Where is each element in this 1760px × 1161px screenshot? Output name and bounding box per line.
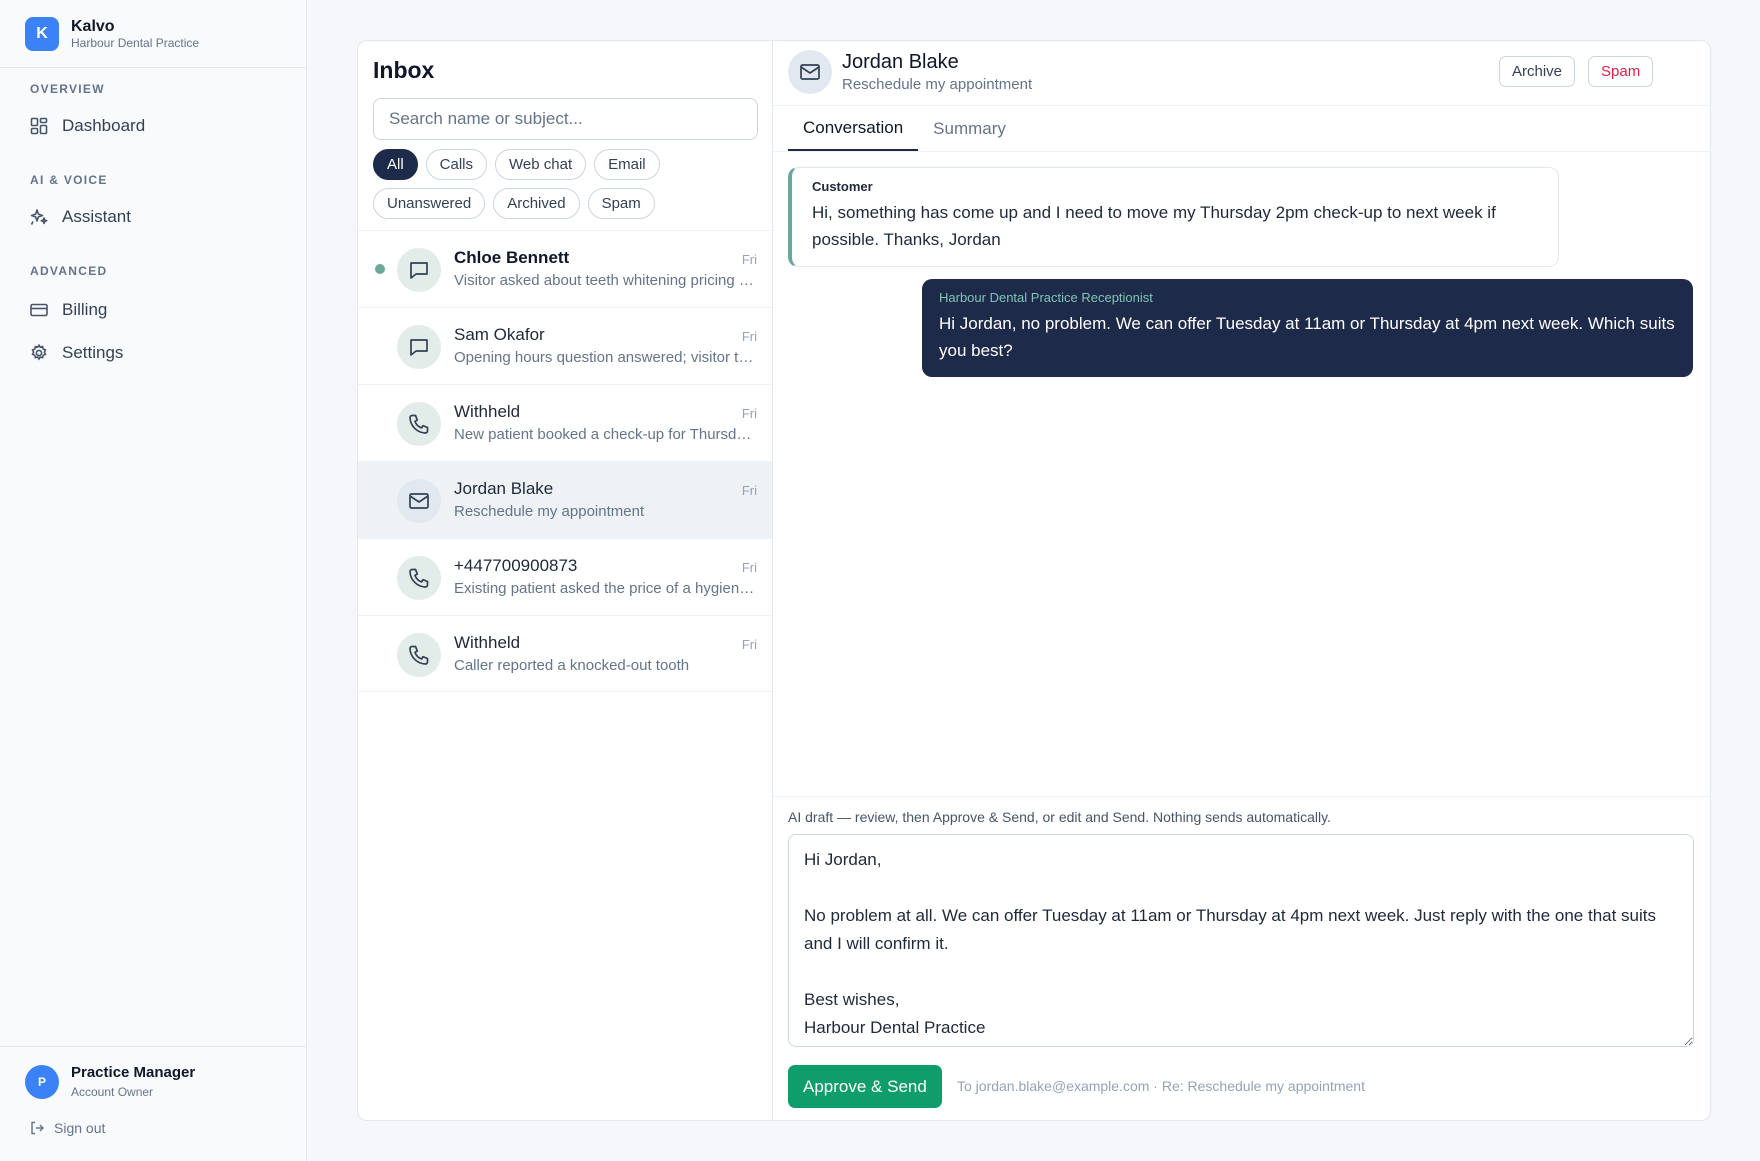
message-sender: Customer [812, 179, 873, 194]
conversation-name: +447700900873 [454, 556, 578, 575]
mail-icon [397, 479, 441, 523]
sidebar-item-label: Billing [62, 300, 108, 319]
conversation-snippet: Opening hours question answered; visitor… [454, 349, 759, 366]
archive-button[interactable]: Archive [1499, 56, 1576, 87]
conversation-item[interactable]: Chloe Bennett Fri Visitor asked about te… [358, 230, 772, 307]
conversation-item[interactable]: Withheld Fri Caller reported a knocked-o… [358, 615, 772, 692]
conversation-name: Chloe Bennett [454, 248, 570, 267]
draft-reply-textarea[interactable]: Hi Jordan, No problem at all. We can off… [788, 834, 1694, 1047]
filter-chip-spam[interactable]: Spam [587, 188, 655, 219]
sidebar-item-label: Settings [62, 343, 124, 362]
conversation-item[interactable]: +447700900873 Fri Existing patient asked… [358, 538, 772, 615]
conversation-name: Withheld [454, 402, 521, 421]
approve-send-button[interactable]: Approve & Send [788, 1065, 942, 1108]
conversation-time: Fri [741, 483, 757, 498]
phone-icon [397, 402, 441, 446]
filter-chip-calls[interactable]: Calls [425, 149, 488, 180]
gear-icon [31, 343, 47, 361]
filter-chip-web-chat[interactable]: Web chat [495, 149, 587, 180]
conversation-list-pane: Inbox All Calls Web chat Email Unanswere… [358, 41, 773, 1120]
conversation-subject: Reschedule my appointment [842, 76, 1033, 93]
sign-out-icon [31, 1121, 44, 1135]
conversation-name: Withheld [454, 633, 521, 652]
card-icon [30, 303, 48, 317]
sign-out-label: Sign out [54, 1120, 106, 1136]
conversation-name: Jordan Blake [454, 479, 554, 498]
receptionist-message: Harbour Dental Practice Receptionist Hi … [922, 279, 1693, 377]
message-sender: Harbour Dental Practice Receptionist [939, 290, 1153, 305]
conversation-item[interactable]: Sam Okafor Fri Opening hours question an… [358, 307, 772, 384]
detail-tabs: Conversation Summary [788, 106, 1021, 152]
conversation-snippet: New patient booked a check-up for Thursd… [454, 426, 759, 443]
conversation-detail-pane: Jordan Blake Reschedule my appointment A… [773, 41, 1710, 1120]
sparkle-icon [30, 209, 48, 225]
tab-summary[interactable]: Summary [918, 106, 1021, 152]
message-text: Hi, something has come up and I need to … [812, 203, 1496, 249]
sidebar-item-label: Dashboard [62, 116, 146, 135]
filter-chips-row-2: Unanswered Archived Spam [373, 188, 763, 219]
nav-section-advanced: ADVANCED [30, 264, 108, 278]
user-role: Account Owner [71, 1085, 154, 1099]
chat-bubble-icon [397, 248, 441, 292]
sidebar: K Kalvo Harbour Dental Practice OVERVIEW… [0, 0, 307, 1161]
conversation-time: Fri [741, 406, 757, 421]
mail-icon [788, 50, 832, 94]
brand: K Kalvo Harbour Dental Practice [0, 0, 306, 68]
sidebar-item-billing[interactable]: Billing [29, 297, 107, 323]
brand-name: Kalvo [71, 17, 115, 35]
dashboard-icon [30, 117, 48, 135]
nav-section-ai-voice: AI & VOICE [30, 173, 108, 187]
message-text: Hi Jordan, no problem. We can offer Tues… [939, 314, 1675, 360]
user-panel: P Practice Manager Account Owner Sign ou… [0, 1046, 306, 1161]
filter-chip-archived[interactable]: Archived [493, 188, 580, 219]
conversation-time: Fri [741, 329, 757, 344]
send-recipient-info: To jordan.blake@example.com · Re: Resche… [957, 1078, 1365, 1094]
avatar: P [25, 1065, 59, 1099]
conversation-time: Fri [741, 252, 757, 267]
conversation-snippet: Reschedule my appointment [454, 503, 645, 520]
filter-chips-row-1: All Calls Web chat Email [373, 149, 763, 180]
filter-chip-all[interactable]: All [373, 149, 418, 180]
search-input[interactable] [373, 98, 758, 140]
sidebar-item-assistant[interactable]: Assistant [29, 204, 131, 230]
reply-composer: AI draft — review, then Approve & Send, … [773, 796, 1710, 1120]
draft-note: AI draft — review, then Approve & Send, … [788, 809, 1331, 825]
sidebar-item-dashboard[interactable]: Dashboard [29, 113, 145, 139]
phone-icon [397, 633, 441, 677]
chat-bubble-icon [397, 325, 441, 369]
sidebar-item-settings[interactable]: Settings [29, 340, 123, 366]
sign-out-link[interactable]: Sign out [29, 1120, 105, 1136]
sidebar-item-label: Assistant [62, 207, 131, 226]
conversation-snippet: Caller reported a knocked-out tooth [454, 657, 690, 674]
contact-name: Jordan Blake [842, 51, 959, 73]
conversation-time: Fri [741, 560, 757, 575]
phone-icon [397, 556, 441, 600]
conversation-snippet: Visitor asked about teeth whitening pric… [454, 272, 759, 289]
filter-chip-email[interactable]: Email [594, 149, 660, 180]
page-title: Inbox [373, 57, 435, 83]
conversation-snippet: Existing patient asked the price of a hy… [454, 580, 759, 597]
customer-message: Customer Hi, something has come up and I… [788, 167, 1559, 267]
conversation-name: Sam Okafor [454, 325, 545, 344]
detail-header: Jordan Blake Reschedule my appointment A… [773, 41, 1710, 106]
brand-logo: K [25, 16, 59, 51]
unread-dot [375, 264, 385, 274]
spam-button[interactable]: Spam [1588, 56, 1654, 87]
conversation-time: Fri [741, 637, 757, 652]
conversation-item-selected[interactable]: Jordan Blake Fri Reschedule my appointme… [358, 461, 772, 538]
conversation-item[interactable]: Withheld Fri New patient booked a check-… [358, 384, 772, 461]
tab-conversation[interactable]: Conversation [788, 106, 919, 152]
user-name: Practice Manager [71, 1064, 196, 1081]
tabs-divider [773, 151, 1710, 152]
nav-section-overview: OVERVIEW [30, 82, 105, 96]
inbox-card: Inbox All Calls Web chat Email Unanswere… [357, 40, 1711, 1121]
filter-chip-unanswered[interactable]: Unanswered [373, 188, 486, 219]
conversation-list: Chloe Bennett Fri Visitor asked about te… [358, 230, 772, 692]
brand-subtitle: Harbour Dental Practice [71, 35, 200, 50]
